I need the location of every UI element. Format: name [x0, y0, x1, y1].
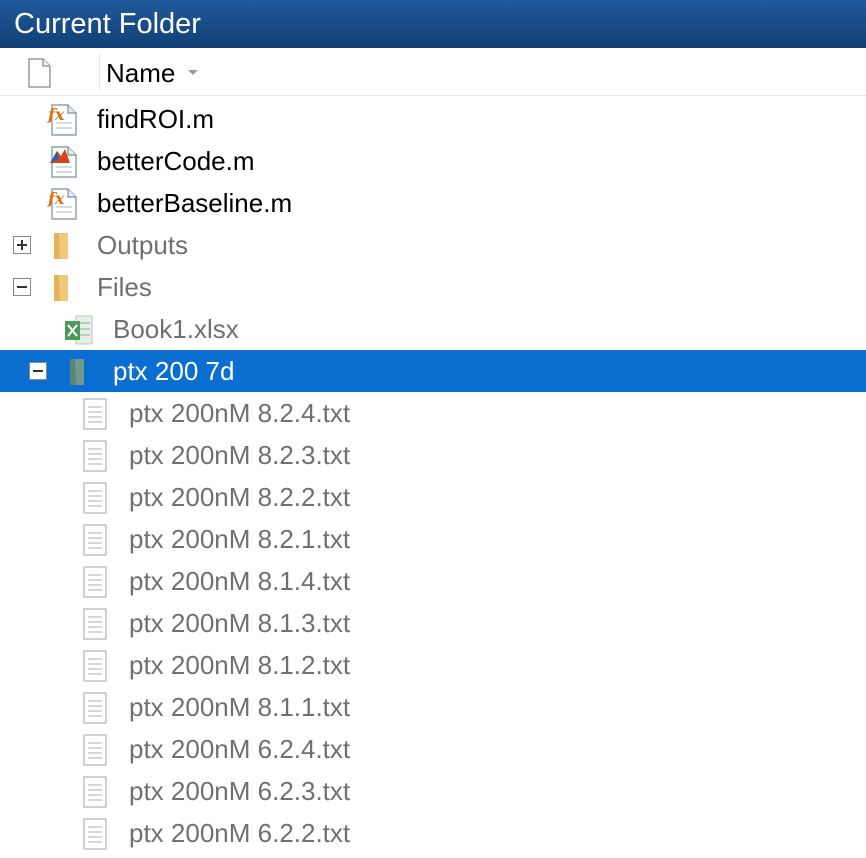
file-name: ptx 200nM 8.1.3.txt [129, 608, 351, 638]
blank-page-icon[interactable] [22, 56, 56, 90]
text-file-icon [78, 733, 112, 767]
sort-down-icon[interactable] [188, 70, 198, 75]
file-name: Book1.xlsx [113, 314, 239, 344]
file-row-txt[interactable]: ptx 200nM 8.1.4.txt [0, 560, 866, 602]
column-header: Name [0, 48, 866, 96]
folder-row-files[interactable]: Files [0, 266, 866, 308]
file-name: betterBaseline.m [97, 188, 293, 218]
file-row-txt[interactable]: ptx 200nM 8.2.3.txt [0, 434, 866, 476]
file-name: ptx 200nM 8.2.2.txt [129, 482, 351, 512]
svg-text:fx: fx [47, 105, 65, 124]
file-row-txt[interactable]: ptx 200nM 8.1.2.txt [0, 644, 866, 686]
file-name: ptx 200nM 6.2.3.txt [129, 776, 351, 806]
file-row-betterbaseline[interactable]: fx betterBaseline.m [0, 182, 866, 224]
file-row-txt[interactable]: ptx 200nM 8.1.1.txt [0, 686, 866, 728]
folder-icon [62, 355, 96, 389]
matlab-script-icon [46, 145, 80, 179]
text-file-icon [78, 649, 112, 683]
expand-plus-icon[interactable] [13, 236, 31, 254]
current-folder-panel: Current Folder Name fx findROI.m betterC… [0, 0, 866, 858]
name-column-header[interactable]: Name [106, 48, 175, 96]
file-row-bettercode[interactable]: betterCode.m [0, 140, 866, 182]
file-name: ptx 200nM 8.1.1.txt [129, 692, 351, 722]
file-name: ptx 200nM 6.2.2.txt [129, 818, 351, 848]
matlab-function-icon: fx [46, 187, 80, 221]
file-name: ptx 200nM 8.1.4.txt [129, 566, 351, 596]
panel-title: Current Folder [0, 0, 866, 48]
file-row-book1[interactable]: Book1.xlsx [0, 308, 866, 350]
text-file-icon [78, 775, 112, 809]
collapse-minus-icon[interactable] [29, 362, 47, 380]
text-file-icon [78, 691, 112, 725]
text-file-icon [78, 523, 112, 557]
text-file-icon [78, 481, 112, 515]
text-file-icon [78, 439, 112, 473]
file-row-txt[interactable]: ptx 200nM 8.2.1.txt [0, 518, 866, 560]
file-name: ptx 200nM 6.2.4.txt [129, 734, 351, 764]
file-row-txt[interactable]: ptx 200nM 8.2.2.txt [0, 476, 866, 518]
text-file-icon [78, 817, 112, 851]
file-name: ptx 200nM 8.2.4.txt [129, 398, 351, 428]
file-name: findROI.m [97, 104, 215, 134]
column-divider[interactable] [99, 54, 100, 90]
matlab-function-icon: fx [46, 103, 80, 137]
folder-icon [46, 229, 80, 263]
file-row-findroi[interactable]: fx findROI.m [0, 98, 866, 140]
file-tree: fx findROI.m betterCode.m fx betterBasel… [0, 98, 866, 854]
file-name: ptx 200nM 8.2.1.txt [129, 524, 351, 554]
file-row-txt[interactable]: ptx 200nM 8.1.3.txt [0, 602, 866, 644]
folder-name: Files [97, 272, 152, 302]
svg-text:fx: fx [47, 189, 65, 208]
file-name: betterCode.m [97, 146, 255, 176]
file-row-txt[interactable]: ptx 200nM 6.2.3.txt [0, 770, 866, 812]
file-row-txt[interactable]: ptx 200nM 6.2.4.txt [0, 728, 866, 770]
text-file-icon [78, 397, 112, 431]
folder-row-ptx-200-7d[interactable]: ptx 200 7d [0, 350, 866, 392]
folder-name: ptx 200 7d [113, 356, 235, 386]
folder-icon [46, 271, 80, 305]
file-name: ptx 200nM 8.2.3.txt [129, 440, 351, 470]
file-name: ptx 200nM 8.1.2.txt [129, 650, 351, 680]
folder-row-outputs[interactable]: Outputs [0, 224, 866, 266]
folder-name: Outputs [97, 230, 189, 260]
collapse-minus-icon[interactable] [13, 278, 31, 296]
text-file-icon [78, 607, 112, 641]
excel-file-icon [62, 313, 96, 347]
file-row-txt[interactable]: ptx 200nM 8.2.4.txt [0, 392, 866, 434]
text-file-icon [78, 565, 112, 599]
file-row-txt[interactable]: ptx 200nM 6.2.2.txt [0, 812, 866, 854]
